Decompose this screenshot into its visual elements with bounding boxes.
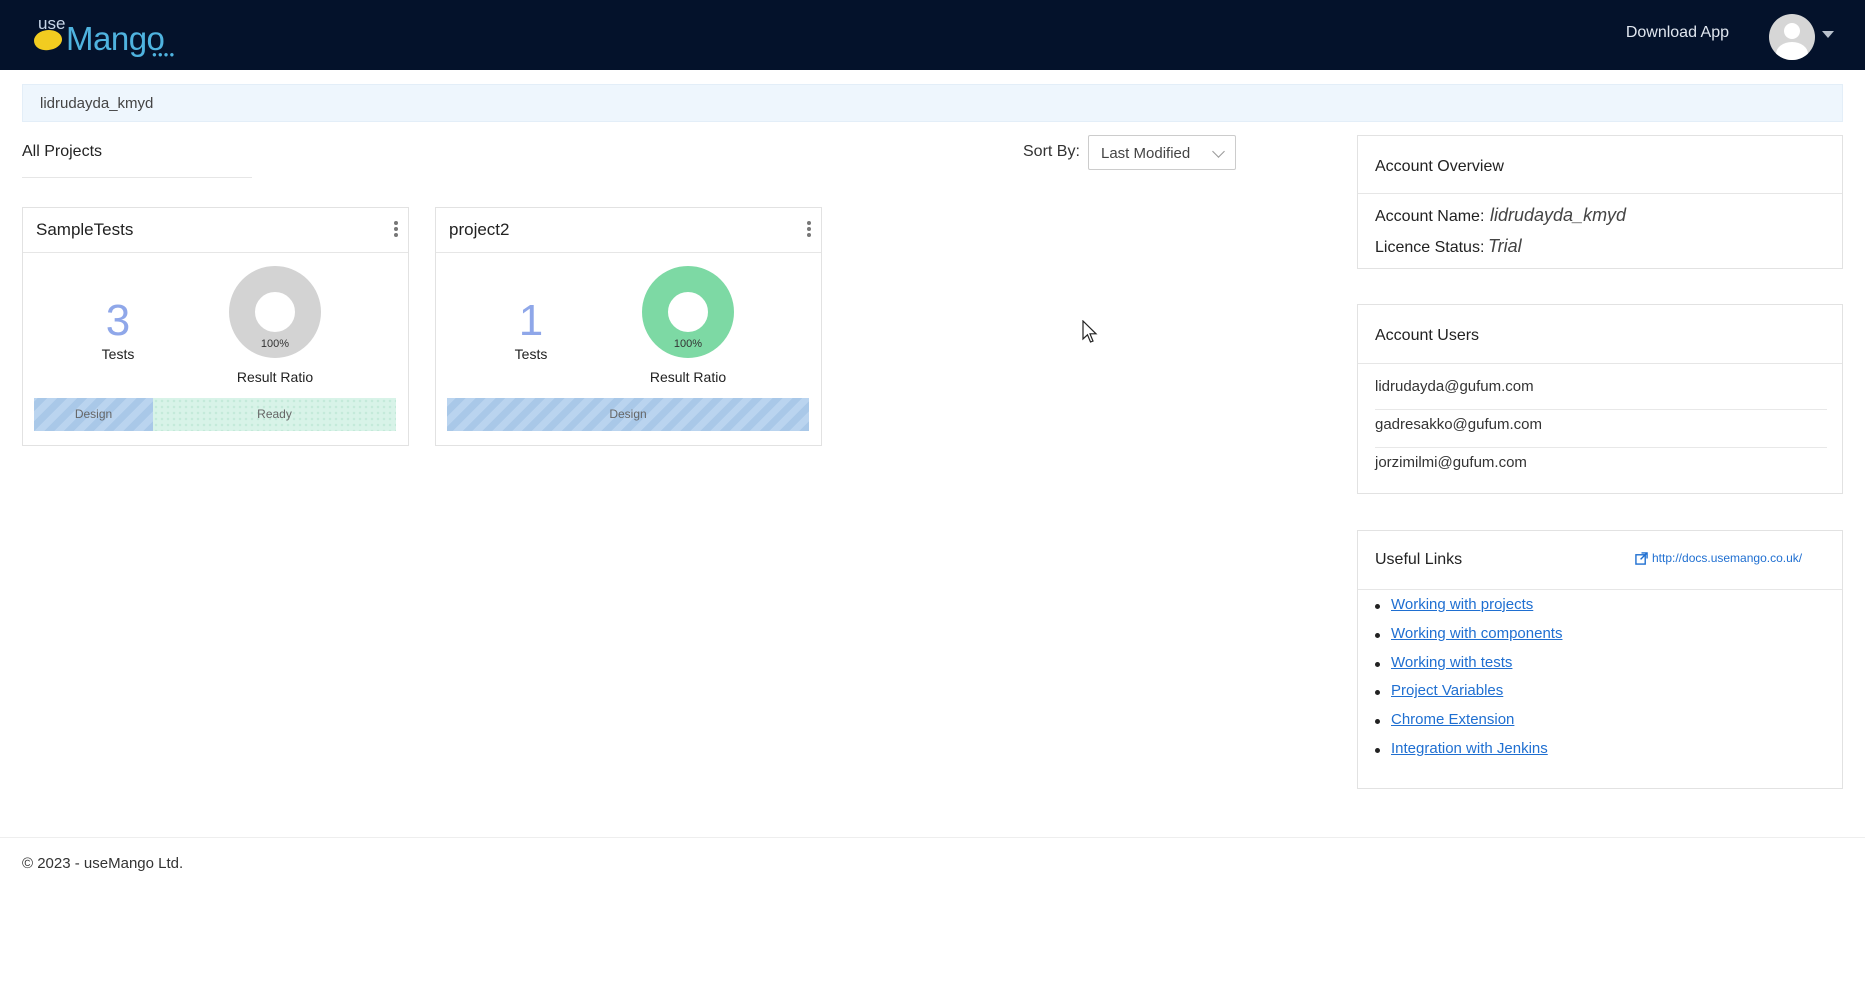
link-integration-with-jenkins[interactable]: Integration with Jenkins — [1391, 740, 1548, 757]
download-app-link[interactable]: Download App — [1626, 24, 1729, 42]
list-item: Integration with Jenkins — [1373, 740, 1562, 769]
test-count: 3 — [105, 296, 131, 345]
logo-dots-icon: ●●●● — [152, 50, 176, 59]
card-divider — [436, 252, 821, 253]
list-item: Project Variables — [1373, 682, 1562, 711]
user-divider — [1375, 409, 1827, 410]
list-item: Chrome Extension — [1373, 711, 1562, 740]
user-email: lidrudayda@gufum.com — [1375, 378, 1534, 395]
panel-divider — [1358, 363, 1842, 364]
account-name-label: Account Name: — [1375, 208, 1485, 225]
breadcrumb-account[interactable]: lidrudayda_kmyd — [40, 95, 153, 112]
chevron-down-icon — [1212, 145, 1225, 158]
project-title[interactable]: SampleTests — [36, 220, 133, 240]
footer-divider — [0, 837, 1865, 838]
donut-percent: 100% — [260, 338, 290, 350]
user-avatar[interactable] — [1769, 14, 1815, 60]
result-ratio-label: Result Ratio — [236, 369, 314, 385]
account-name-value: lidrudayda_kmyd — [1490, 205, 1627, 225]
link-chrome-extension[interactable]: Chrome Extension — [1391, 711, 1514, 728]
project-title[interactable]: project2 — [449, 220, 509, 240]
more-options-icon[interactable] — [806, 221, 812, 237]
external-link-icon — [1635, 551, 1648, 565]
account-overview-panel: Account Overview Account Name: lidrudayd… — [1357, 135, 1843, 269]
footer-copyright: © 2023 - useMango Ltd. — [22, 855, 184, 872]
panel-title: Account Overview — [1375, 158, 1504, 175]
user-email: jorzimilmi@gufum.com — [1375, 454, 1527, 471]
usemango-logo[interactable]: use Mango ●●●● — [32, 12, 174, 59]
link-working-with-tests[interactable]: Working with tests — [1391, 654, 1512, 671]
useful-links-list: Working with projects Working with compo… — [1373, 596, 1562, 769]
mouse-cursor-icon — [1082, 320, 1098, 343]
result-ratio-label: Result Ratio — [649, 369, 727, 385]
docs-link-text[interactable]: http://docs.usemango.co.uk/ — [1652, 551, 1802, 565]
breadcrumb: lidrudayda_kmyd — [22, 84, 1843, 122]
status-design-segment[interactable]: Design — [447, 398, 809, 431]
tests-label: Tests — [514, 346, 548, 362]
heading-underline — [22, 177, 252, 178]
licence-status-label: Licence Status: — [1375, 239, 1485, 256]
panel-divider — [1358, 589, 1842, 590]
project-card-sampletests[interactable]: SampleTests 3 Tests 100% Result Ratio De… — [22, 207, 409, 446]
more-options-icon[interactable] — [393, 221, 399, 237]
panel-divider — [1358, 193, 1842, 194]
link-working-with-projects[interactable]: Working with projects — [1391, 596, 1533, 613]
logo-mango-text: Mango — [66, 20, 165, 57]
tests-label: Tests — [101, 346, 135, 362]
list-item: Working with tests — [1373, 654, 1562, 683]
docs-external-link[interactable]: http://docs.usemango.co.uk/ — [1635, 551, 1802, 565]
link-working-with-components[interactable]: Working with components — [1391, 625, 1562, 642]
all-projects-heading: All Projects — [22, 143, 103, 160]
user-menu-caret-icon[interactable] — [1822, 31, 1834, 38]
user-divider — [1375, 447, 1827, 448]
project-card-project2[interactable]: project2 1 Tests 100% Result Ratio Desig… — [435, 207, 822, 446]
link-project-variables[interactable]: Project Variables — [1391, 682, 1503, 699]
avatar-head-icon — [1784, 23, 1800, 39]
list-item: Working with projects — [1373, 596, 1562, 625]
licence-status-value: Trial — [1488, 236, 1522, 256]
panel-title: Useful Links — [1375, 551, 1463, 568]
logo-use-text: use — [38, 14, 66, 33]
status-ready-segment[interactable]: Ready — [153, 398, 396, 431]
sort-by-label: Sort By: — [1023, 143, 1080, 160]
test-count: 1 — [518, 296, 544, 345]
donut-segment-pass — [229, 266, 321, 358]
top-navbar: use Mango ●●●● Download App — [0, 0, 1865, 70]
donut-percent: 100% — [673, 338, 703, 350]
status-design-segment[interactable]: Design — [34, 398, 153, 431]
sort-select-value: Last Modified — [1101, 145, 1191, 162]
panel-title: Account Users — [1375, 327, 1480, 344]
account-users-panel: Account Users lidrudayda@gufum.com gadre… — [1357, 304, 1843, 494]
donut-segment-pass — [642, 266, 734, 358]
list-item: Working with components — [1373, 625, 1562, 654]
sort-select[interactable]: Last Modified — [1088, 135, 1236, 170]
user-email: gadresakko@gufum.com — [1375, 416, 1542, 433]
avatar-body-icon — [1776, 42, 1808, 60]
card-divider — [23, 252, 408, 253]
